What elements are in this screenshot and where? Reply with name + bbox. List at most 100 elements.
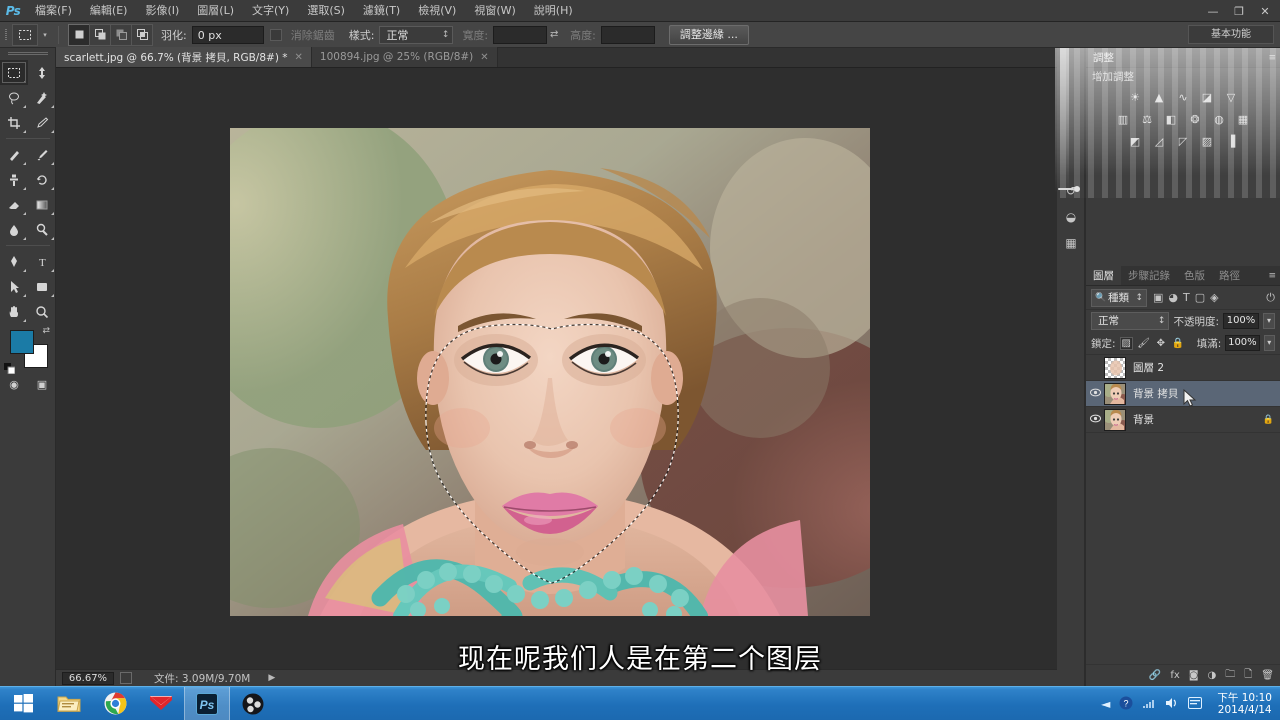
tool-blur[interactable] [0, 217, 28, 242]
taskbar-file-explorer[interactable] [46, 687, 92, 720]
lock-position-icon[interactable]: ✥ [1154, 338, 1167, 349]
panel-menu-icon[interactable]: ≡ [1268, 271, 1276, 281]
screen-mode-icon[interactable]: ▣ [28, 372, 56, 396]
tool-dodge[interactable] [28, 217, 56, 242]
lock-transparent-pixels-icon[interactable]: ▨ [1119, 336, 1133, 350]
hue-saturation-icon[interactable]: ▥ [1113, 110, 1133, 128]
layer-row-background[interactable]: 背景 🔒 [1086, 407, 1280, 433]
tab-adjustments[interactable]: 調整 [1086, 48, 1121, 67]
foreground-color-swatch[interactable] [10, 330, 34, 354]
new-selection-button[interactable] [68, 23, 90, 46]
history-icon[interactable]: ↺ [1057, 178, 1085, 204]
selective-color-icon[interactable]: ▐ [1221, 132, 1241, 150]
menu-item-image[interactable]: 影像(I) [136, 0, 188, 22]
color-balance-icon[interactable]: ⚖ [1137, 110, 1157, 128]
tab-history[interactable]: 步驟記錄 [1121, 266, 1177, 285]
layer-thumbnail[interactable] [1104, 382, 1126, 405]
maximize-button[interactable]: ❐ [1226, 0, 1252, 22]
layer-row-layer2[interactable]: 圖層 2 [1086, 355, 1280, 381]
menu-item-file[interactable]: 檔案(F) [26, 0, 81, 22]
fill-input[interactable]: 100% [1225, 335, 1260, 351]
add-to-selection-button[interactable] [89, 23, 111, 46]
height-input[interactable] [600, 25, 655, 44]
tab-layers[interactable]: 圖層 [1086, 266, 1121, 285]
minimize-button[interactable]: — [1200, 0, 1226, 22]
tool-clone-stamp[interactable] [0, 167, 28, 192]
filter-adjustment-icon[interactable]: ◕ [1168, 291, 1178, 304]
tool-hand[interactable] [0, 299, 28, 324]
taskbar-mail-client[interactable] [138, 687, 184, 720]
network-icon[interactable] [1142, 697, 1156, 712]
options-bar-grip[interactable] [2, 22, 12, 48]
tab-paths[interactable]: 路徑 [1212, 266, 1247, 285]
layer-visibility-icon[interactable] [1086, 414, 1104, 426]
menu-item-window[interactable]: 視窗(W) [465, 0, 524, 22]
threshold-icon[interactable]: ◸ [1173, 132, 1193, 150]
filter-enable-toggle[interactable]: ⏻ [1266, 291, 1275, 305]
subtract-from-selection-button[interactable] [110, 23, 132, 46]
default-colors-icon[interactable] [4, 359, 16, 375]
menu-item-edit[interactable]: 編輯(E) [81, 0, 137, 22]
taskbar-clock[interactable]: 下午 10:10 2014/4/14 [1211, 692, 1272, 716]
fill-stepper[interactable]: ▾ [1263, 335, 1275, 351]
taskbar-google-chrome[interactable] [92, 687, 138, 720]
tab-channels[interactable]: 色版 [1177, 266, 1212, 285]
refine-edge-button[interactable]: 調整邊緣 ... [668, 24, 749, 45]
invert-icon[interactable]: ◩ [1125, 132, 1145, 150]
photo-filter-icon[interactable]: ❂ [1185, 110, 1205, 128]
close-icon[interactable]: ✕ [295, 52, 303, 63]
workspace-switcher[interactable]: 基本功能 [1188, 25, 1274, 44]
document-image[interactable] [230, 128, 870, 616]
style-select[interactable]: 正常 [379, 25, 454, 44]
tool-eraser[interactable] [0, 192, 28, 217]
channel-mixer-icon[interactable]: ◍ [1209, 110, 1229, 128]
menu-item-filter[interactable]: 濾鏡(T) [354, 0, 409, 22]
posterize-icon[interactable]: ◿ [1149, 132, 1169, 150]
tool-type[interactable]: T [28, 249, 56, 274]
tool-gradient[interactable] [28, 192, 56, 217]
tool-quick-selection[interactable] [28, 85, 56, 110]
menu-item-help[interactable]: 說明(H) [525, 0, 582, 22]
menu-item-layer[interactable]: 圖層(L) [188, 0, 243, 22]
tool-lasso[interactable] [0, 85, 28, 110]
opacity-stepper[interactable]: ▾ [1263, 313, 1275, 329]
menu-item-type[interactable]: 文字(Y) [243, 0, 298, 22]
action-center-icon[interactable] [1188, 696, 1203, 712]
levels-icon[interactable]: ▲ [1149, 88, 1169, 106]
tool-spot-healing-brush[interactable] [0, 142, 28, 167]
black-white-icon[interactable]: ◧ [1161, 110, 1181, 128]
layer-visibility-icon[interactable] [1086, 388, 1104, 400]
vibrance-icon[interactable]: ▽ [1221, 88, 1241, 106]
tools-panel-grip[interactable] [0, 48, 55, 60]
curves-icon[interactable]: ∿ [1173, 88, 1193, 106]
brightness-contrast-icon[interactable]: ☀ [1125, 88, 1145, 106]
layer-filter-kind-select[interactable]: 種類 [1091, 288, 1147, 307]
tool-brush[interactable] [28, 142, 56, 167]
color-icon[interactable]: ◒ [1057, 204, 1085, 230]
gradient-map-icon[interactable]: ▨ [1197, 132, 1217, 150]
layer-row-background-copy[interactable]: 背景 拷貝 [1086, 381, 1280, 407]
swap-colors-icon[interactable]: ⇄ [42, 326, 50, 336]
antialias-checkbox[interactable] [269, 28, 282, 41]
tool-move[interactable] [28, 60, 56, 85]
menu-item-view[interactable]: 檢視(V) [409, 0, 465, 22]
close-icon[interactable]: ✕ [480, 52, 488, 63]
menu-item-select[interactable]: 選取(S) [298, 0, 354, 22]
taskbar-obs-recorder[interactable] [230, 687, 276, 720]
filter-smart-object-icon[interactable]: ◈ [1210, 291, 1218, 304]
tool-preset-chevron-down-icon[interactable]: ▾ [39, 31, 51, 39]
tool-rectangular-marquee[interactable] [0, 60, 28, 85]
close-button[interactable]: ✕ [1252, 0, 1278, 22]
exposure-icon[interactable]: ◪ [1197, 88, 1217, 106]
lock-all-icon[interactable]: 🔒 [1171, 338, 1184, 349]
tool-path-selection[interactable] [0, 274, 28, 299]
show-hidden-icons-icon[interactable]: ◄ [1101, 697, 1110, 711]
layer-thumbnail[interactable] [1104, 408, 1126, 431]
opacity-input[interactable]: 100% [1223, 313, 1259, 329]
quick-mask-icon[interactable]: ◉ [0, 372, 28, 396]
filter-shape-icon[interactable]: ▢ [1195, 291, 1205, 304]
filter-type-icon[interactable]: T [1183, 291, 1190, 304]
layer-thumbnail[interactable] [1104, 356, 1126, 379]
blend-mode-select[interactable]: 正常 [1091, 312, 1170, 330]
swatches-icon[interactable]: ▦ [1057, 230, 1085, 256]
